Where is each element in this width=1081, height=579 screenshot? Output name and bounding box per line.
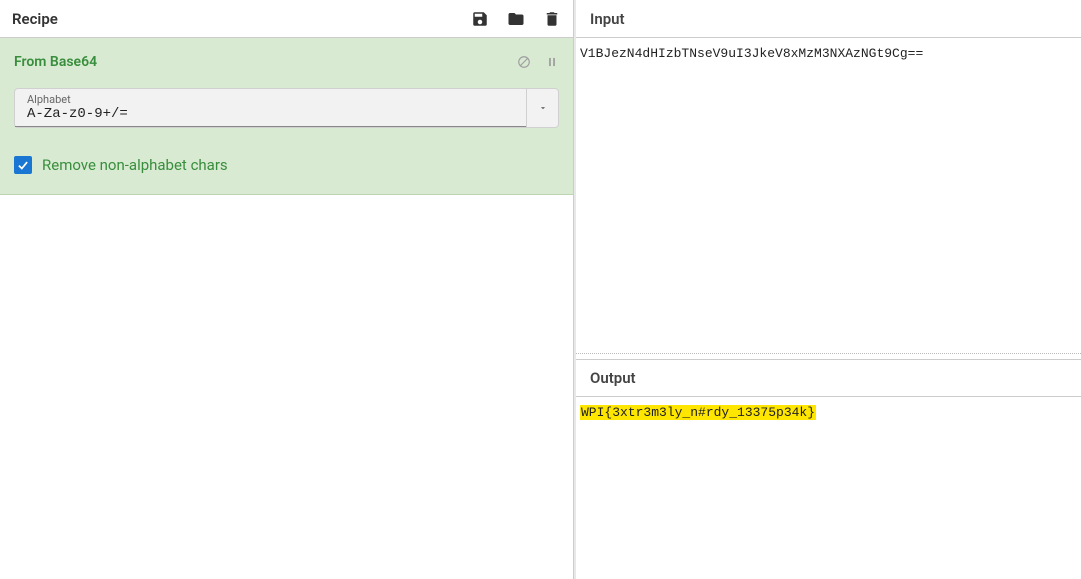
recipe-toolbar <box>471 10 561 28</box>
remove-nonalpha-row: Remove non-alphabet chars <box>14 156 559 174</box>
operation-title: From Base64 <box>14 54 517 70</box>
input-section: Input V1BJezN4dHIzbTNseV9uI3JkeV8xMzM3NX… <box>576 0 1081 353</box>
recipe-drop-area[interactable] <box>0 195 573 579</box>
operation-from-base64: From Base64 Alphabet Re <box>0 38 573 195</box>
alphabet-input-group: Alphabet <box>14 88 559 128</box>
input-header: Input <box>576 0 1081 38</box>
output-textarea[interactable]: WPI{3xtr3m3ly_n#rdy_13375p34k} <box>576 397 1081 579</box>
recipe-title: Recipe <box>12 10 471 28</box>
disable-icon[interactable] <box>517 55 531 69</box>
save-icon[interactable] <box>471 10 489 28</box>
alphabet-input[interactable] <box>27 106 516 123</box>
input-textarea[interactable]: V1BJezN4dHIzbTNseV9uI3JkeV8xMzM3NXAzNGt9… <box>576 38 1081 353</box>
io-panel: Input V1BJezN4dHIzbTNseV9uI3JkeV8xMzM3NX… <box>576 0 1081 579</box>
pause-icon[interactable] <box>545 55 559 69</box>
remove-nonalpha-checkbox[interactable] <box>14 156 32 174</box>
alphabet-dropdown-button[interactable] <box>526 89 558 127</box>
remove-nonalpha-label: Remove non-alphabet chars <box>42 156 228 174</box>
output-section: Output WPI{3xtr3m3ly_n#rdy_13375p34k} <box>576 359 1081 579</box>
alphabet-input-wrap[interactable]: Alphabet <box>15 89 526 127</box>
recipe-panel: Recipe From Base64 <box>0 0 574 579</box>
output-title: Output <box>590 369 636 387</box>
operation-header: From Base64 <box>14 54 559 70</box>
output-highlight: WPI{3xtr3m3ly_n#rdy_13375p34k} <box>580 405 816 420</box>
folder-icon[interactable] <box>507 10 525 28</box>
input-title: Input <box>590 10 625 28</box>
recipe-header: Recipe <box>0 0 573 38</box>
operation-controls <box>517 55 559 69</box>
output-header: Output <box>576 359 1081 397</box>
alphabet-label: Alphabet <box>27 94 516 105</box>
trash-icon[interactable] <box>543 10 561 28</box>
